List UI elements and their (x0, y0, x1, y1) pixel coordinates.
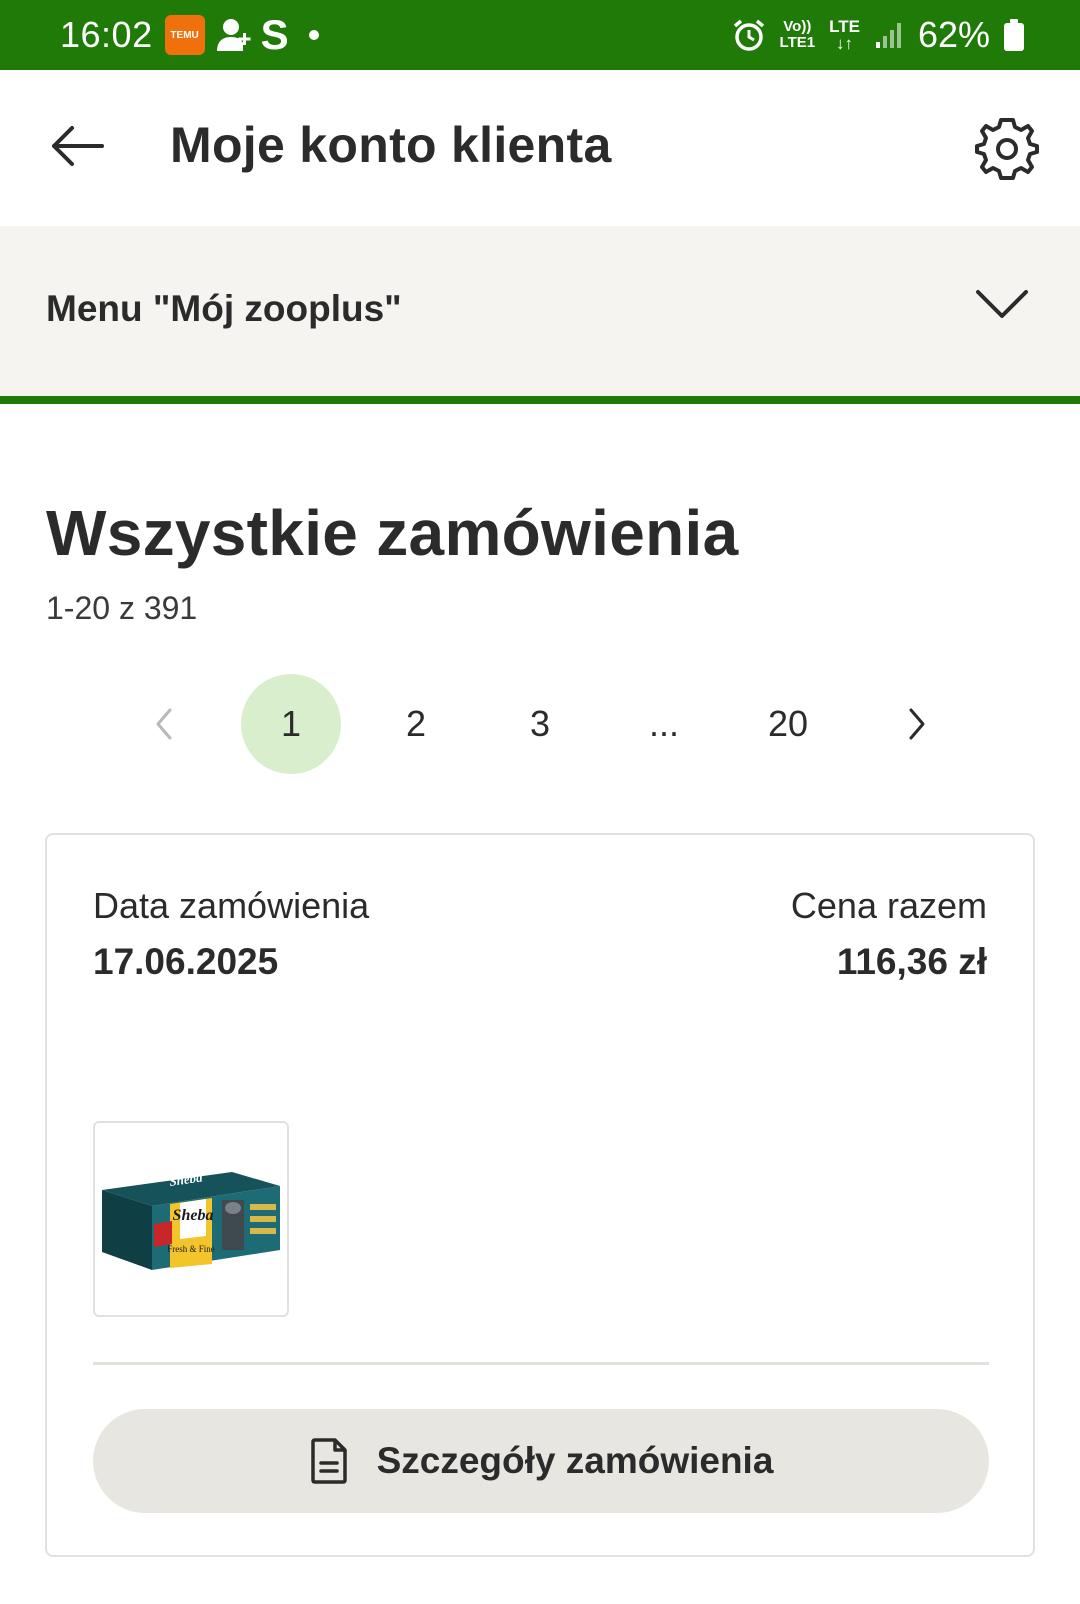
signal-strength-icon (875, 23, 901, 48)
page-1-button[interactable]: 1 (241, 674, 341, 774)
order-details-button[interactable]: Szczegóły zamówienia (93, 1409, 989, 1513)
battery-percent: 62% (917, 14, 990, 55)
app-bar: Moje konto klienta (0, 70, 1080, 226)
back-arrow-icon[interactable] (46, 120, 108, 172)
temu-badge-text: TEMU (170, 29, 199, 41)
status-time: 16:02 (60, 14, 153, 55)
pagination: 1 2 3 ... 20 (0, 674, 1080, 774)
battery-icon (1004, 19, 1024, 51)
chevron-left-icon (156, 708, 172, 740)
page-3-button[interactable]: 3 (490, 674, 590, 774)
total-price: 116,36 zł (836, 941, 987, 982)
product-name-text: Fresh & Fine (167, 1244, 215, 1254)
volte-indicator: Vo)) LTE1 (780, 19, 816, 51)
card-divider (93, 1362, 989, 1365)
volte-line2: LTE1 (779, 34, 816, 51)
order-date: 17.06.2025 (93, 941, 279, 982)
temu-notification-icon: TEMU (164, 15, 205, 55)
order-details-label: Szczegóły zamówienia (376, 1440, 774, 1481)
chevron-down-icon (976, 290, 1028, 318)
lte-indicator: LTE ↓↑ (829, 18, 860, 52)
menu-label: Menu "Mój zooplus" (46, 288, 402, 329)
orders-heading: Wszystkie zamówienia (46, 497, 739, 569)
menu-underline (0, 396, 1080, 404)
lte-label: LTE (829, 17, 860, 36)
product-thumbnail[interactable]: Sheba Fresh & Fine Sheba (93, 1121, 289, 1317)
prev-page-button[interactable] (115, 674, 215, 774)
more-notifications-dot-icon (308, 30, 319, 40)
page-ellipsis: ... (648, 703, 679, 744)
chevron-right-icon (909, 708, 925, 740)
sheba-product-image: Sheba Fresh & Fine Sheba (102, 1169, 280, 1270)
page-title: Moje konto klienta (170, 117, 612, 173)
order-card: Data zamówienia 17.06.2025 Cena razem 11… (45, 833, 1035, 1557)
product-brand-text: Sheba (173, 1207, 214, 1224)
data-arrows-icon: ↓↑ (836, 34, 853, 53)
my-zooplus-menu-toggle[interactable]: Menu "Mój zooplus" (0, 226, 1080, 398)
volte-line1: Vo)) (783, 18, 812, 35)
document-icon (310, 1438, 347, 1484)
orders-count: 1-20 z 391 (46, 590, 198, 626)
order-date-label: Data zamówienia (93, 885, 370, 926)
total-price-label: Cena razem (790, 885, 987, 926)
next-page-button[interactable] (866, 674, 966, 774)
add-contact-icon (216, 19, 251, 51)
status-bar: 16:02 TEMU S Vo)) LTE1 LTE ↓↑ 62% (0, 0, 1080, 70)
gear-icon[interactable] (972, 114, 1042, 184)
page-2-button[interactable]: 2 (366, 674, 466, 774)
alarm-icon (733, 19, 764, 51)
page-20-button[interactable]: 20 (738, 674, 838, 774)
s-app-icon: S (260, 11, 289, 58)
status-right: Vo)) LTE1 LTE ↓↑ 62% (732, 14, 1024, 56)
